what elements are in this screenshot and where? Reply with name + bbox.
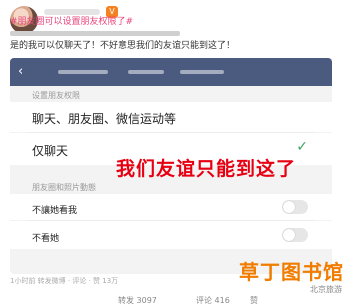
option-label: 不看她 (32, 234, 60, 244)
option-label: 不讓她看我 (32, 206, 78, 216)
option-row-hide-theirs[interactable]: 不看她 (10, 221, 332, 249)
screenshot-top-bar: ‹ (10, 58, 332, 86)
post-caption: #朋友圈可以设置朋友权限了# 是的我可以仅聊天了！不好意思我们的友谊只能到这了！ (10, 16, 340, 52)
back-arrow-icon: ‹ (18, 64, 24, 79)
option-row-full[interactable]: 聊天、朋友圈、微信运动等 (10, 102, 332, 132)
weibo-post: V #朋友圈可以设置朋友权限了# 是的我可以仅聊天了！不好意思我们的友谊只能到这… (0, 0, 352, 308)
toggle-switch[interactable] (282, 200, 308, 214)
topbar-blurred-text (180, 70, 224, 74)
section-title: 朋友圈和照片動態 (32, 183, 96, 192)
repost-button[interactable]: 转发 3097 (118, 295, 157, 306)
topbar-blurred-text (58, 70, 108, 74)
embedded-screenshot: ‹ 设置朋友权限 聊天、朋友圈、微信运动等 仅聊天 ✓ 朋友圈和照片動態 不讓她… (10, 58, 332, 274)
option-label: 仅聊天 (32, 144, 69, 158)
checkmark-icon: ✓ (296, 139, 308, 155)
topbar-blurred-text (128, 70, 164, 74)
overlay-caption: 我们友谊只能到这了 (116, 158, 297, 180)
blurred-text-line (10, 31, 180, 36)
like-button[interactable]: 赞 (250, 295, 258, 306)
toggle-switch[interactable] (282, 228, 308, 242)
post-meta: 1小时前 转发微博 · 评论 · 赞 13万 (10, 277, 119, 285)
username-blurred (44, 9, 100, 15)
hashtag-link[interactable]: #朋友圈可以设置朋友权限了# (10, 17, 133, 27)
post-body-text: 是的我可以仅聊天了！不好意思我们的友谊只能到这了！ (10, 41, 236, 51)
username-row[interactable]: V (44, 6, 184, 18)
option-row-hide-mine[interactable]: 不讓她看我 (10, 194, 332, 220)
section-title: 设置朋友权限 (32, 91, 80, 100)
comment-button[interactable]: 评论 416 (196, 295, 230, 306)
watermark-subtitle: 北京旅游 (310, 285, 342, 294)
watermark-logo: 草丁图书馆 (239, 260, 344, 284)
action-bar: 转发 3097 评论 416 赞 (0, 292, 352, 308)
option-label: 聊天、朋友圈、微信运动等 (32, 112, 177, 126)
